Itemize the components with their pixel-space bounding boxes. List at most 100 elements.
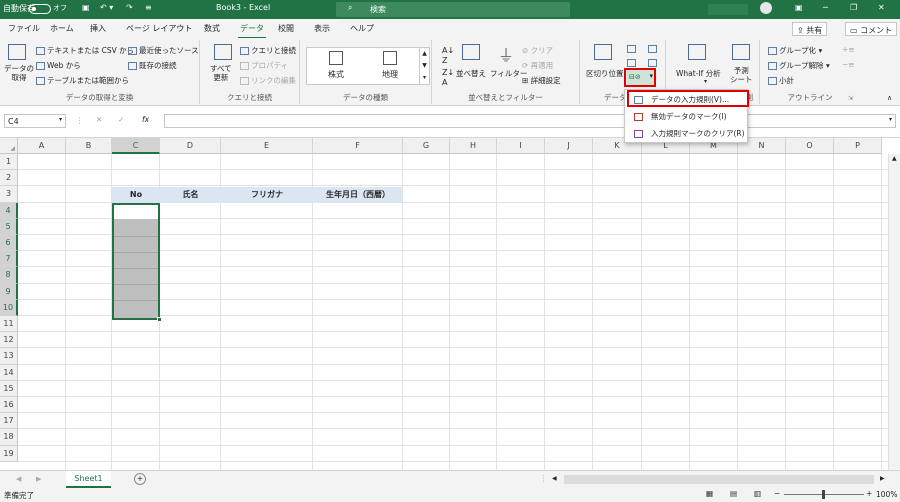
tab-split-icon[interactable]: ⋮ <box>540 474 548 483</box>
formula-input[interactable]: ▾ <box>164 114 896 128</box>
autosave-toggle[interactable] <box>29 4 51 14</box>
select-all-corner[interactable]: ◢ <box>0 138 18 154</box>
stocks-button[interactable]: 株式 <box>311 48 361 80</box>
flash-fill-icon[interactable] <box>627 44 638 53</box>
tab-view[interactable]: 表示 <box>314 23 330 34</box>
account-name[interactable] <box>708 4 748 15</box>
search-box[interactable]: ⌕ 検索 <box>336 2 570 17</box>
tab-page-layout[interactable]: ページ レイアウト <box>126 23 192 34</box>
sheet-tab-sheet1[interactable]: Sheet1 <box>66 471 111 488</box>
collapse-ribbon-icon[interactable]: ∧ <box>887 94 892 102</box>
gallery-scroll[interactable]: ▲ ▼ ▾ <box>419 48 429 84</box>
comment-button[interactable]: ▭ コメント <box>845 22 898 36</box>
from-table-button[interactable]: テーブルまたは範囲から <box>36 75 129 86</box>
column-header-b[interactable]: B <box>66 138 112 154</box>
zoom-out-icon[interactable]: − <box>774 489 780 498</box>
spreadsheet-grid[interactable]: ◢ ABCDEFGHIJKLMNOP 1 2 3 4 5 6 7 8 9 10 11 12 13 14 15… <box>0 138 900 470</box>
row-header-5[interactable]: 5 <box>0 218 18 235</box>
tab-home[interactable]: ホーム <box>50 23 74 34</box>
row-header-3[interactable]: 3 <box>0 186 18 203</box>
sort-asc-icon[interactable]: A↓ Z <box>442 46 454 66</box>
scroll-left-icon[interactable]: ◀ <box>552 475 557 482</box>
minimize-icon[interactable]: ─ <box>823 3 828 12</box>
ribbon-display-icon[interactable]: ▣ <box>795 3 803 12</box>
tab-review[interactable]: 校閲 <box>278 23 294 34</box>
normal-view-icon[interactable]: ▦ <box>706 489 713 498</box>
text-to-columns-button[interactable]: 区切り位置 <box>586 68 624 79</box>
existing-connections-button[interactable]: 既存の接続 <box>128 60 177 71</box>
cancel-icon[interactable]: ✕ <box>96 115 102 124</box>
name-box[interactable]: C4 ▾ <box>4 114 66 128</box>
advanced-button[interactable]: ⊞ 詳細設定 <box>522 75 561 86</box>
next-sheet-icon[interactable]: ▶ <box>36 475 41 483</box>
scroll-right-icon[interactable]: ▶ <box>880 475 885 482</box>
vertical-scrollbar[interactable]: ▲ <box>888 154 900 470</box>
menu-item-clear-circles[interactable]: 入力規則マークのクリア(R) <box>625 126 747 142</box>
column-header-f[interactable]: F <box>313 138 403 154</box>
column-header-o[interactable]: O <box>786 138 834 154</box>
what-if-button[interactable]: What-If 分析 <box>676 68 721 79</box>
forecast-sheet-button[interactable]: 予測 シート <box>730 66 753 84</box>
page-break-icon[interactable]: ▥ <box>754 489 761 498</box>
row-header-17[interactable]: 17 <box>0 413 18 430</box>
geography-button[interactable]: 地理 <box>365 48 415 80</box>
add-sheet-icon[interactable]: + <box>134 473 146 485</box>
sort-desc-icon[interactable]: Z↓ A <box>442 68 454 88</box>
avatar[interactable] <box>760 2 772 14</box>
row-header-11[interactable]: 11 <box>0 316 18 333</box>
expand-formula-icon[interactable]: ▾ <box>889 116 892 123</box>
reapply-button[interactable]: ⟳ 再適用 <box>522 60 553 71</box>
row-header-14[interactable]: 14 <box>0 364 18 381</box>
column-header-a[interactable]: A <box>18 138 66 154</box>
zoom-thumb[interactable] <box>822 490 825 499</box>
row-header-18[interactable]: 18 <box>0 429 18 446</box>
consolidate-icon[interactable] <box>648 44 659 53</box>
column-header-p[interactable]: P <box>834 138 882 154</box>
row-header-1[interactable]: 1 <box>0 154 18 171</box>
undo-icon[interactable]: ↶ ▾ <box>100 3 113 12</box>
tab-file[interactable]: ファイル <box>8 23 40 34</box>
header-cell-no[interactable]: No <box>112 187 160 203</box>
menu-item-circle-invalid[interactable]: 無効データのマーク(I) <box>625 109 747 125</box>
row-header-12[interactable]: 12 <box>0 332 18 349</box>
properties-button[interactable]: プロパティ <box>240 60 288 71</box>
horizontal-scrollbar[interactable] <box>564 475 874 484</box>
quick-access-menu-icon[interactable]: ≡ <box>145 3 152 12</box>
scroll-up-icon[interactable]: ▲ <box>892 155 897 162</box>
zoom-level[interactable]: 100% <box>876 490 897 499</box>
show-detail-icon[interactable]: +≡ <box>842 45 855 54</box>
row-header-13[interactable]: 13 <box>0 348 18 365</box>
column-header-h[interactable]: H <box>450 138 497 154</box>
clear-button[interactable]: ⊘ クリア <box>522 45 553 56</box>
remove-duplicates-icon[interactable] <box>627 58 638 67</box>
row-header-19[interactable]: 19 <box>0 445 18 462</box>
column-header-g[interactable]: G <box>403 138 450 154</box>
row-header-6[interactable]: 6 <box>0 235 18 252</box>
row-header-2[interactable]: 2 <box>0 170 18 187</box>
ungroup-button[interactable]: グループ解除 ▾ <box>768 60 830 71</box>
header-cell-name[interactable]: 氏名 <box>160 187 221 203</box>
row-header-10[interactable]: 10 <box>0 299 18 316</box>
zoom-in-icon[interactable]: + <box>866 489 872 498</box>
redo-icon[interactable]: ↷ <box>126 3 133 12</box>
subtotal-button[interactable]: 小計 <box>768 75 794 86</box>
column-header-c[interactable]: C <box>112 138 160 154</box>
column-header-e[interactable]: E <box>221 138 313 154</box>
get-data-button[interactable]: データの 取得 <box>4 64 34 82</box>
from-text-csv-button[interactable]: テキストまたは CSV から <box>36 45 134 56</box>
dialog-launcher-icon[interactable]: ⇲ <box>848 95 853 102</box>
row-header-15[interactable]: 15 <box>0 380 18 397</box>
share-button[interactable]: ⇪ 共有 <box>792 22 828 36</box>
tab-data[interactable]: データ <box>238 23 266 39</box>
fill-handle[interactable] <box>157 317 162 322</box>
enter-icon[interactable]: ✓ <box>118 115 124 124</box>
tab-insert[interactable]: 挿入 <box>90 23 106 34</box>
page-layout-icon[interactable]: ▤ <box>730 489 737 498</box>
row-header-7[interactable]: 7 <box>0 251 18 268</box>
restore-icon[interactable]: ❐ <box>850 3 857 12</box>
queries-connections-button[interactable]: クエリと接続 <box>240 45 296 56</box>
sort-button[interactable]: 並べ替え <box>456 68 486 79</box>
row-header-16[interactable]: 16 <box>0 397 18 414</box>
header-cell-birthdate[interactable]: 生年月日（西暦） <box>313 187 403 203</box>
row-header-4[interactable]: 4 <box>0 202 18 219</box>
